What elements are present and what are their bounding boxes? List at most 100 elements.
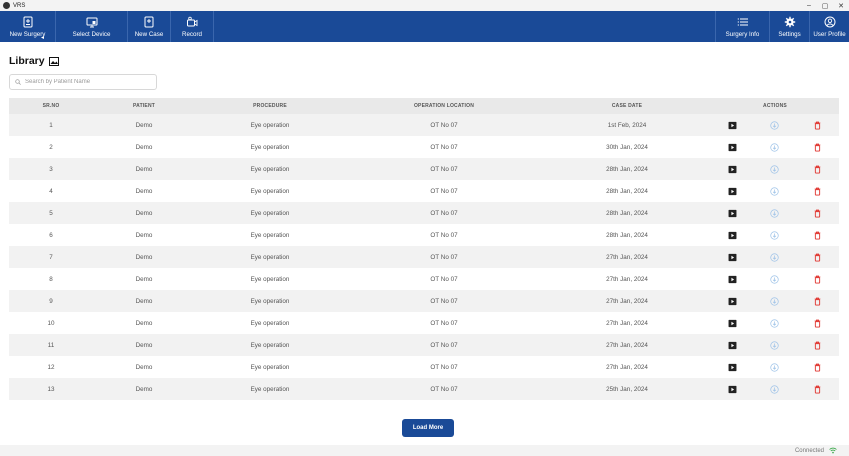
new-surgery-button[interactable]: New Surgery — [0, 11, 56, 42]
play-icon[interactable] — [725, 206, 739, 220]
play-icon[interactable] — [725, 338, 739, 352]
row-actions — [711, 338, 839, 352]
download-icon[interactable] — [768, 294, 782, 308]
cell-case-date: 30th Jan, 2024 — [606, 143, 648, 151]
play-icon[interactable] — [725, 162, 739, 176]
play-icon[interactable] — [725, 294, 739, 308]
delete-icon[interactable] — [811, 294, 825, 308]
download-icon[interactable] — [768, 140, 782, 154]
play-icon[interactable] — [725, 360, 739, 374]
cell-case-date: 1st Feb, 2024 — [607, 121, 647, 129]
cell-sr-no: 6 — [49, 231, 53, 239]
record-button[interactable]: Record — [171, 11, 214, 42]
download-icon[interactable] — [768, 206, 782, 220]
status-bar: Connected — [0, 445, 849, 456]
cell-procedure: Eye operation — [250, 275, 290, 283]
load-more-button[interactable]: Load More — [402, 419, 454, 437]
cell-procedure: Eye operation — [250, 363, 290, 371]
download-icon[interactable] — [768, 162, 782, 176]
play-icon[interactable] — [725, 184, 739, 198]
maximize-button[interactable]: ▢ — [817, 2, 833, 10]
delete-icon[interactable] — [811, 250, 825, 264]
download-icon[interactable] — [768, 316, 782, 330]
download-icon[interactable] — [768, 360, 782, 374]
table-row[interactable]: 11 Demo Eye operation OT No 07 27th Jan, 202… — [9, 334, 839, 356]
table-row[interactable]: 12 Demo Eye operation OT No 07 27th Jan, 202… — [9, 356, 839, 378]
row-actions — [711, 140, 839, 154]
delete-icon[interactable] — [811, 360, 825, 374]
new-case-icon — [144, 16, 154, 27]
table-row[interactable]: 7 Demo Eye operation OT No 07 27th Jan, 2024 — [9, 246, 839, 268]
minimize-button[interactable]: – — [801, 2, 817, 10]
delete-icon[interactable] — [811, 206, 825, 220]
download-icon[interactable] — [768, 250, 782, 264]
user-profile-button[interactable]: User Profile — [809, 11, 849, 42]
cell-sr-no: 11 — [47, 341, 55, 349]
cell-location: OT No 07 — [430, 121, 458, 129]
delete-icon[interactable] — [811, 118, 825, 132]
cell-location: OT No 07 — [430, 319, 458, 327]
table-row[interactable]: 9 Demo Eye operation OT No 07 27th Jan, 2024 — [9, 290, 839, 312]
table-row[interactable]: 6 Demo Eye operation OT No 07 28th Jan, 2024 — [9, 224, 839, 246]
header-location: OPERATION LOCATION — [413, 103, 475, 109]
download-icon[interactable] — [768, 184, 782, 198]
search-input[interactable] — [25, 79, 145, 85]
delete-icon[interactable] — [811, 382, 825, 396]
table-row[interactable]: 2 Demo Eye operation OT No 07 30th Jan, 2024 — [9, 136, 839, 158]
new-case-button[interactable]: New Case — [128, 11, 171, 42]
play-icon[interactable] — [725, 228, 739, 242]
table-row[interactable]: 1 Demo Eye operation OT No 07 1st Feb, 2024 — [9, 114, 839, 136]
table-header: SR.NO PATIENT PROCEDURE OPERATION LOCATI… — [9, 98, 839, 114]
play-icon[interactable] — [725, 140, 739, 154]
title-bar: VRS – ▢ ✕ — [0, 0, 849, 11]
play-icon[interactable] — [725, 118, 739, 132]
row-actions — [711, 294, 839, 308]
cell-patient: Demo — [135, 165, 153, 173]
download-icon[interactable] — [768, 338, 782, 352]
cell-procedure: Eye operation — [250, 231, 290, 239]
user-icon — [824, 16, 835, 27]
cell-patient: Demo — [135, 253, 153, 261]
play-icon[interactable] — [725, 250, 739, 264]
cell-procedure: Eye operation — [250, 187, 290, 195]
delete-icon[interactable] — [811, 162, 825, 176]
header-case-date: CASE DATE — [611, 103, 643, 109]
close-button[interactable]: ✕ — [833, 2, 849, 10]
record-icon — [187, 16, 198, 26]
cell-case-date: 27th Jan, 2024 — [606, 341, 648, 349]
table-row[interactable]: 13 Demo Eye operation OT No 07 25th Jan, 202… — [9, 378, 839, 400]
cell-case-date: 27th Jan, 2024 — [606, 275, 648, 283]
cell-sr-no: 10 — [47, 319, 55, 327]
table-row[interactable]: 5 Demo Eye operation OT No 07 28th Jan, 2024 — [9, 202, 839, 224]
user-profile-label: User Profile — [813, 30, 846, 38]
delete-icon[interactable] — [811, 272, 825, 286]
new-case-label: New Case — [134, 30, 164, 38]
download-icon[interactable] — [768, 228, 782, 242]
row-actions — [711, 162, 839, 176]
delete-icon[interactable] — [811, 140, 825, 154]
cell-procedure: Eye operation — [250, 121, 290, 129]
cell-patient: Demo — [135, 341, 153, 349]
surgery-info-button[interactable]: Surgery Info — [715, 11, 769, 42]
download-icon[interactable] — [768, 272, 782, 286]
cell-location: OT No 07 — [430, 385, 458, 393]
settings-button[interactable]: Settings — [769, 11, 809, 42]
delete-icon[interactable] — [811, 316, 825, 330]
window-title: VRS — [13, 2, 26, 9]
download-icon[interactable] — [768, 382, 782, 396]
play-icon[interactable] — [725, 382, 739, 396]
collapse-caret-icon[interactable]: ◂ — [41, 34, 44, 41]
select-device-button[interactable]: Select Device — [56, 11, 128, 42]
play-icon[interactable] — [725, 316, 739, 330]
play-icon[interactable] — [725, 272, 739, 286]
table-row[interactable]: 10 Demo Eye operation OT No 07 27th Jan, 202… — [9, 312, 839, 334]
delete-icon[interactable] — [811, 338, 825, 352]
table-row[interactable]: 4 Demo Eye operation OT No 07 28th Jan, 2024 — [9, 180, 839, 202]
delete-icon[interactable] — [811, 228, 825, 242]
delete-icon[interactable] — [811, 184, 825, 198]
settings-label: Settings — [778, 30, 801, 38]
new-surgery-icon — [23, 16, 32, 27]
table-row[interactable]: 8 Demo Eye operation OT No 07 27th Jan, 2024 — [9, 268, 839, 290]
table-row[interactable]: 3 Demo Eye operation OT No 07 28th Jan, 2024 — [9, 158, 839, 180]
download-icon[interactable] — [768, 118, 782, 132]
